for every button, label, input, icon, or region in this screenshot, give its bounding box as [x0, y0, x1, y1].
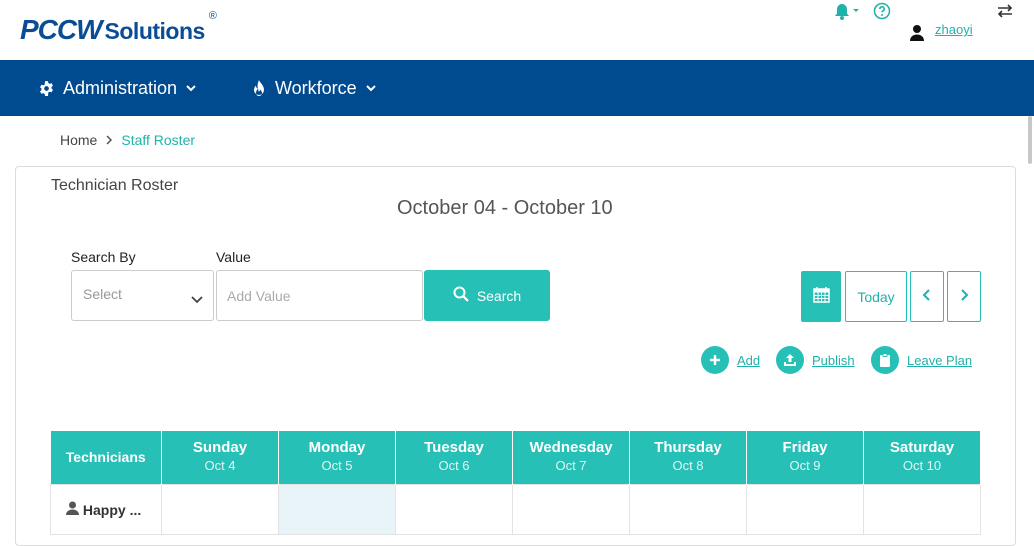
add-action[interactable]: Add — [701, 345, 760, 375]
chevron-left-icon — [922, 288, 932, 306]
shift-cell[interactable] — [863, 483, 981, 535]
day-header: Friday Oct 9 — [746, 431, 864, 484]
leave-plan-action[interactable]: Leave Plan — [871, 345, 972, 375]
breadcrumb-current[interactable]: Staff Roster — [121, 132, 195, 148]
nav-label: Administration — [63, 77, 178, 98]
user-icon[interactable] — [909, 22, 925, 44]
fire-icon — [251, 79, 267, 97]
bell-icon[interactable] — [834, 0, 862, 22]
top-header: PCCW Solutions ® zhaoyi — [0, 0, 1034, 60]
help-icon[interactable] — [873, 0, 891, 22]
nav-administration[interactable]: Administration — [38, 60, 197, 116]
search-by-select[interactable]: Select — [71, 270, 214, 321]
chevron-down-icon — [365, 83, 377, 93]
day-header: Saturday Oct 10 — [863, 431, 981, 484]
day-header: Monday Oct 5 — [278, 431, 396, 484]
day-header: Sunday Oct 4 — [161, 431, 279, 484]
clipboard-icon — [871, 346, 899, 374]
username-link[interactable]: zhaoyi — [935, 22, 973, 37]
upload-icon — [776, 346, 804, 374]
swap-icon[interactable] — [997, 0, 1013, 22]
publish-action[interactable]: Publish — [776, 345, 855, 375]
chevron-right-icon — [959, 288, 969, 306]
shift-cell[interactable] — [278, 483, 396, 535]
chevron-down-icon — [185, 83, 197, 93]
technicians-header: Technicians — [50, 431, 162, 484]
value-input[interactable] — [216, 270, 423, 321]
search-button[interactable]: Search — [424, 270, 550, 321]
main-nav: Administration Workforce — [0, 60, 1034, 116]
search-by-label: Search By — [71, 249, 136, 265]
shift-cell[interactable] — [512, 483, 630, 535]
plus-icon — [701, 346, 729, 374]
table-row: Happy ... — [50, 483, 981, 535]
day-header: Thursday Oct 8 — [629, 431, 747, 484]
calendar-icon — [812, 286, 830, 308]
breadcrumb: Home Staff Roster — [60, 132, 195, 148]
page-scrollbar[interactable] — [1028, 116, 1032, 164]
nav-workforce[interactable]: Workforce — [251, 60, 377, 116]
publish-link[interactable]: Publish — [812, 353, 855, 368]
roster-header-row: Technicians Sunday Oct 4 Monday Oct 5 Tues… — [50, 431, 981, 484]
shift-cell[interactable] — [629, 483, 747, 535]
technician-cell[interactable]: Happy ... — [50, 483, 162, 535]
chevron-down-icon — [191, 291, 203, 309]
day-header: Tuesday Oct 6 — [395, 431, 513, 484]
chevron-right-icon — [105, 133, 113, 148]
add-link[interactable]: Add — [737, 353, 760, 368]
value-label: Value — [216, 249, 251, 265]
shift-cell[interactable] — [161, 483, 279, 535]
shift-cell[interactable] — [395, 483, 513, 535]
search-icon — [453, 286, 469, 305]
roster-table: Technicians Sunday Oct 4 Monday Oct 5 Tues… — [50, 431, 981, 535]
day-header: Wednesday Oct 7 — [512, 431, 630, 484]
calendar-button[interactable] — [801, 271, 841, 322]
next-week-button[interactable] — [947, 271, 981, 322]
technician-name: Happy ... — [82, 501, 142, 518]
breadcrumb-home[interactable]: Home — [60, 132, 97, 148]
today-button[interactable]: Today — [845, 271, 907, 322]
nav-label: Workforce — [275, 77, 357, 98]
search-button-label: Search — [476, 287, 522, 304]
shift-cell[interactable] — [746, 483, 864, 535]
select-value: Select — [83, 286, 122, 302]
leave-plan-link[interactable]: Leave Plan — [907, 353, 972, 368]
pccw-logo[interactable]: PCCW Solutions ® — [20, 10, 217, 46]
prev-week-button[interactable] — [910, 271, 944, 322]
card-title: Technician Roster — [51, 177, 179, 194]
user-icon — [66, 501, 83, 518]
gear-icon — [38, 80, 55, 97]
